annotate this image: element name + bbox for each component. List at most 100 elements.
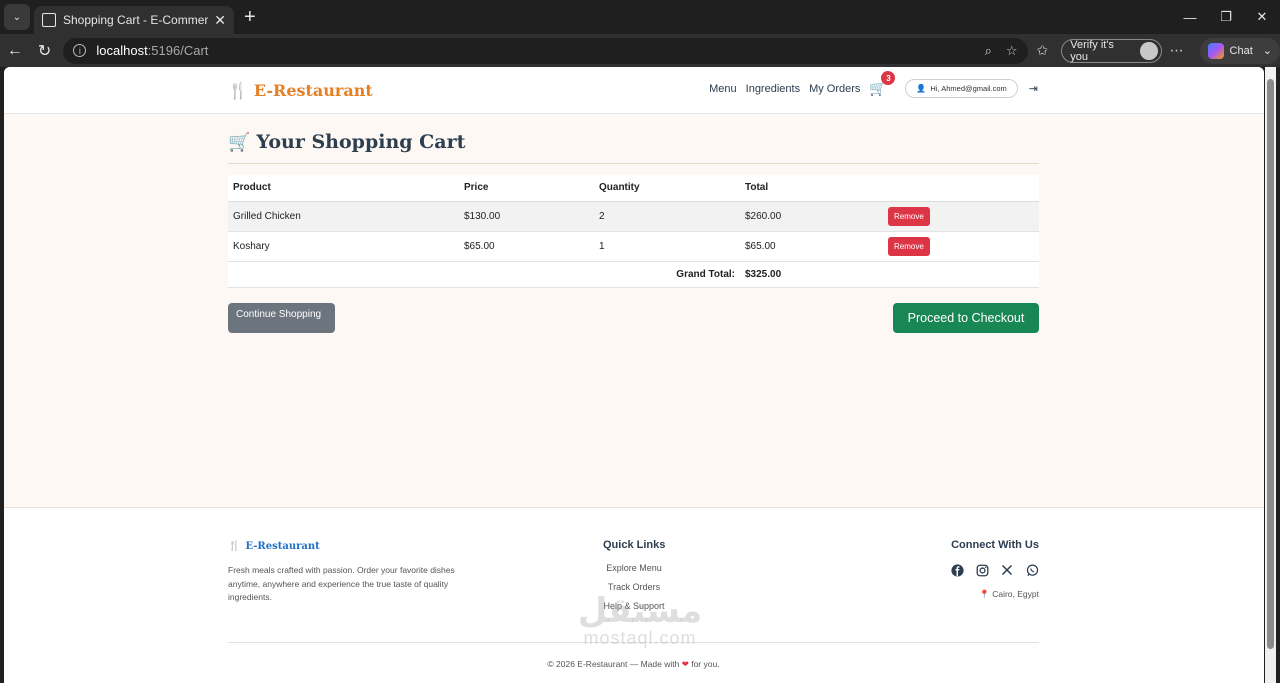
facebook-icon[interactable] [950, 563, 964, 577]
footer-connect: Connect With Us 📍 Cairo, Egypt [950, 539, 1039, 600]
chat-label: Chat [1229, 44, 1253, 57]
browser-tab-bar: ⌄ Shopping Cart - E-Commerce Resta ✕ + —… [0, 0, 1280, 34]
nav-link-menu[interactable]: Menu [709, 83, 737, 95]
footer-quick-links: Quick Links Explore Menu Track Orders He… [603, 539, 665, 620]
browser-address-bar: ← ↻ i localhost:5196/Cart ⌕ ☆ ✩ Verify i… [0, 34, 1280, 67]
table-row: Grilled Chicken $130.00 2 $260.00 Remove [228, 201, 1039, 232]
minimize-icon[interactable]: — [1172, 0, 1208, 34]
social-links [950, 563, 1039, 577]
url-host: localhost [96, 43, 148, 58]
url-path: :5196/Cart [147, 43, 209, 58]
zoom-icon[interactable]: ⌕ [985, 43, 992, 59]
cell-price: $65.00 [459, 231, 594, 262]
logout-icon[interactable]: ⇥ [1029, 82, 1038, 95]
table-row: Koshary $65.00 1 $65.00 Remove [228, 231, 1039, 262]
favorites-icon[interactable]: ✩ [1028, 38, 1058, 64]
cell-product: Koshary [228, 231, 459, 262]
header-price: Price [459, 175, 594, 202]
copilot-chat-button[interactable]: Chat ⌄ [1199, 37, 1280, 64]
site-footer: 🍴 E-Restaurant Fresh meals crafted with … [4, 507, 1264, 683]
page-favicon-icon [42, 13, 56, 27]
new-tab-icon[interactable]: + [244, 6, 256, 29]
whatsapp-icon[interactable] [1025, 563, 1039, 577]
heart-icon: ❤ [681, 659, 689, 669]
utensils-icon: 🍴 [228, 541, 241, 552]
copyright-suffix: for you. [691, 659, 720, 669]
connect-title: Connect With Us [951, 539, 1039, 551]
page-title-text: Your Shopping Cart [256, 131, 466, 153]
location-text: Cairo, Egypt [992, 589, 1039, 599]
utensils-icon: 🍴 [228, 81, 248, 100]
footer-location: 📍 Cairo, Egypt [950, 589, 1039, 600]
cart-table-header: Product Price Quantity Total [228, 175, 1039, 202]
close-tab-icon[interactable]: ✕ [214, 12, 226, 29]
favorite-star-icon[interactable]: ☆ [1006, 43, 1018, 59]
header-quantity: Quantity [594, 175, 740, 202]
grand-total-row: Grand Total: $325.00 [228, 261, 1039, 288]
shopping-cart-icon: 🛒 [228, 131, 251, 153]
cart-content: 🛒 Your Shopping Cart Product Price Quant… [228, 114, 1039, 333]
cart-count-badge: 3 [881, 71, 896, 85]
cart-table: Product Price Quantity Total Grilled Chi… [228, 175, 1039, 288]
back-arrow-icon[interactable]: ← [0, 36, 30, 66]
map-pin-icon: 📍 [979, 589, 990, 599]
window-controls: — ❐ ✕ [1172, 0, 1280, 34]
chevron-down-icon: ⌄ [1262, 45, 1272, 57]
instagram-icon[interactable] [975, 563, 989, 577]
footer-divider [228, 642, 1039, 643]
remove-button[interactable]: Remove [888, 206, 930, 226]
copyright: © 2026 E-Restaurant — Made with ❤ for yo… [228, 659, 1039, 670]
continue-shopping-button[interactable]: Continue Shopping [228, 302, 335, 333]
site-navbar: 🍴 E-Restaurant Menu Ingredients My Order… [4, 67, 1264, 114]
url-field[interactable]: i localhost:5196/Cart ⌕ ☆ [63, 37, 1028, 64]
cart-actions: Continue Shopping Proceed to Checkout [228, 302, 1039, 333]
close-window-icon[interactable]: ✕ [1244, 0, 1280, 34]
more-options-icon[interactable]: ⋯ [1162, 38, 1192, 64]
x-icon[interactable] [1000, 563, 1014, 577]
footer-link-help-support[interactable]: Help & Support [603, 601, 665, 611]
brand-logo[interactable]: 🍴 E-Restaurant [228, 81, 373, 100]
tab-title: Shopping Cart - E-Commerce Resta [63, 13, 209, 27]
profile-avatar [1140, 41, 1158, 60]
quick-links-title: Quick Links [603, 539, 666, 551]
verify-label: Verify it's you [1070, 38, 1114, 63]
tab-actions-button[interactable]: ⌄ [4, 4, 30, 30]
header-actions [883, 175, 1039, 202]
scrollbar-thumb[interactable] [1267, 79, 1274, 649]
brand-name: E-Restaurant [253, 81, 373, 100]
restore-icon[interactable]: ❐ [1208, 0, 1244, 34]
grand-total-spacer [883, 261, 1039, 288]
page-title: 🛒 Your Shopping Cart [228, 130, 1039, 154]
grand-total-value: $325.00 [740, 261, 883, 288]
cell-actions: Remove [883, 201, 1039, 232]
footer-description: Fresh meals crafted with passion. Order … [228, 565, 455, 602]
footer-brand[interactable]: 🍴 E-Restaurant [228, 541, 320, 552]
verify-identity-button[interactable]: Verify it's you [1061, 38, 1162, 63]
refresh-icon[interactable]: ↻ [30, 36, 60, 66]
footer-brand-name: E-Restaurant [245, 541, 320, 552]
footer-link-explore-menu[interactable]: Explore Menu [603, 563, 665, 573]
title-divider [228, 163, 1039, 164]
copilot-logo-icon [1207, 42, 1224, 59]
cell-price: $130.00 [459, 201, 594, 232]
page-viewport: 🍴 E-Restaurant Menu Ingredients My Order… [4, 67, 1264, 683]
header-total: Total [740, 175, 883, 202]
chevron-down-icon: ⌄ [12, 11, 22, 23]
nav-link-my-orders[interactable]: My Orders [809, 83, 860, 95]
proceed-to-checkout-button[interactable]: Proceed to Checkout [893, 302, 1039, 333]
nav-links: Menu Ingredients My Orders 🛒 3 👤 Hi, Ahm… [700, 71, 1038, 98]
cart-link[interactable]: 🛒 3 [869, 71, 896, 97]
cell-quantity: 2 [594, 201, 740, 232]
header-product: Product [228, 175, 459, 202]
cell-total: $260.00 [740, 201, 883, 232]
site-info-icon[interactable]: i [73, 44, 87, 57]
user-account-pill[interactable]: 👤 Hi, Ahmed@gmail.com [905, 79, 1018, 98]
page-scrollbar[interactable] [1265, 67, 1276, 683]
remove-button[interactable]: Remove [888, 236, 930, 256]
nav-link-ingredients[interactable]: Ingredients [746, 83, 800, 95]
browser-tab[interactable]: Shopping Cart - E-Commerce Resta ✕ [34, 6, 234, 34]
user-icon: 👤 [916, 84, 927, 93]
cell-total: $65.00 [740, 231, 883, 262]
footer-link-track-orders[interactable]: Track Orders [603, 582, 665, 592]
user-greeting: Hi, Ahmed@gmail.com [930, 84, 1007, 93]
